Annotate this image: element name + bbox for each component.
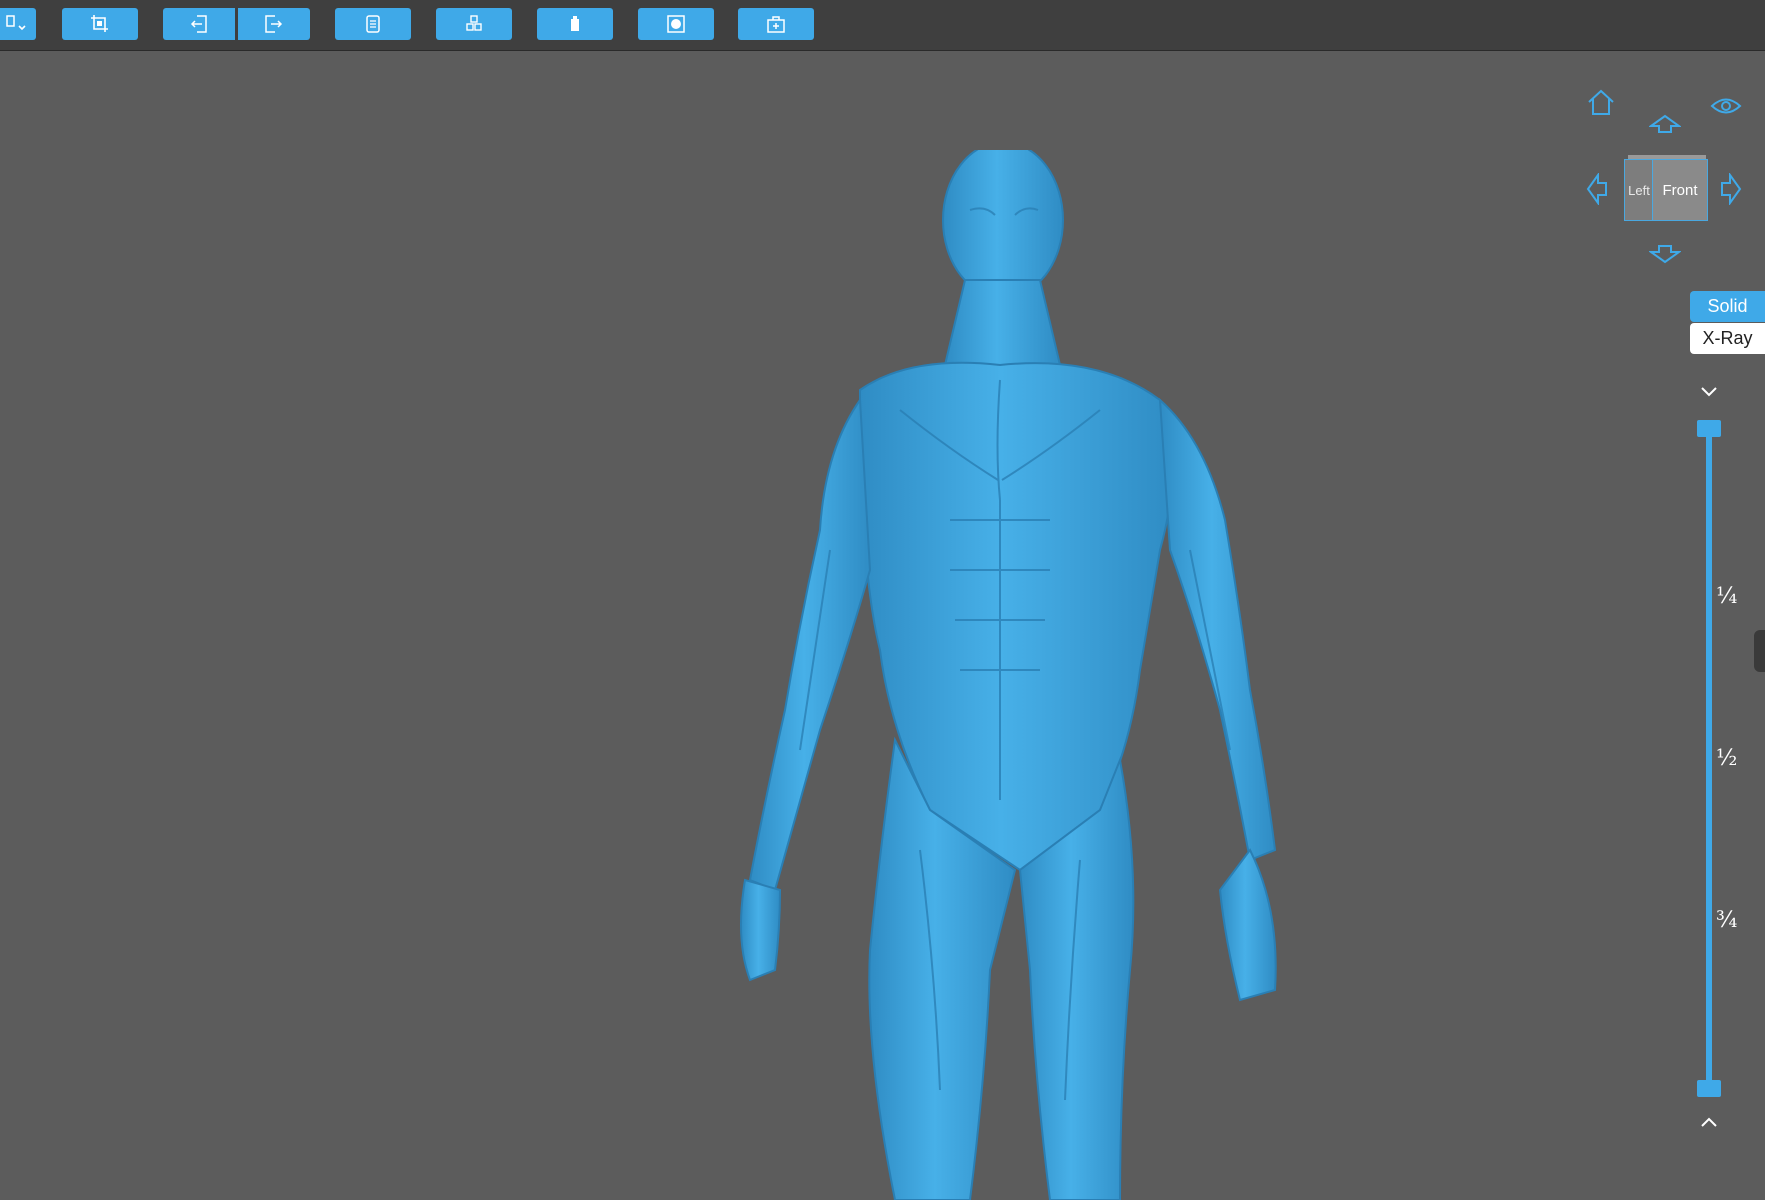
- eye-icon[interactable]: [1710, 95, 1742, 117]
- add-box-icon: [767, 16, 785, 33]
- import-icon: [190, 15, 207, 33]
- side-panel-tab[interactable]: [1754, 630, 1765, 672]
- document-button[interactable]: [335, 8, 411, 40]
- cube-front-face[interactable]: Front: [1652, 159, 1708, 221]
- rotate-down-arrow-icon[interactable]: [1649, 244, 1681, 264]
- document-icon: [366, 15, 380, 33]
- rotate-up-arrow-icon[interactable]: [1649, 114, 1681, 134]
- export-button[interactable]: [238, 8, 310, 40]
- top-toolbar: [0, 0, 1765, 51]
- export-icon: [265, 15, 283, 33]
- slider-label-quarter: ¼: [1716, 584, 1738, 609]
- rotate-right-arrow-icon[interactable]: [1720, 173, 1742, 205]
- file-icon: [6, 15, 26, 31]
- clipboard-icon: [571, 16, 579, 31]
- view-cube[interactable]: Left Front: [1624, 155, 1708, 223]
- clip-slider-top-handle[interactable]: [1697, 420, 1721, 437]
- import-button[interactable]: [163, 8, 235, 40]
- muscle-model[interactable]: [720, 150, 1320, 1200]
- home-icon[interactable]: [1586, 88, 1616, 116]
- file-dropdown-button[interactable]: [0, 8, 36, 40]
- chevron-down-icon[interactable]: [1699, 385, 1719, 399]
- slider-label-three-quarter: ¾: [1716, 908, 1738, 933]
- cubes-button[interactable]: [436, 8, 512, 40]
- crop-icon: [91, 15, 108, 32]
- rotate-left-arrow-icon[interactable]: [1586, 173, 1608, 205]
- record-button[interactable]: [638, 8, 714, 40]
- crop-button[interactable]: [62, 8, 138, 40]
- record-icon: [667, 15, 685, 33]
- chevron-up-icon[interactable]: [1699, 1115, 1719, 1129]
- clip-slider-bottom-handle[interactable]: [1697, 1080, 1721, 1097]
- add-box-button[interactable]: [738, 8, 814, 40]
- slider-label-half: ½: [1716, 746, 1738, 771]
- clip-slider-track[interactable]: [1706, 428, 1712, 1088]
- cube-left-face[interactable]: Left: [1624, 159, 1654, 221]
- clipboard-button[interactable]: [537, 8, 613, 40]
- solid-mode-button[interactable]: Solid: [1690, 291, 1765, 322]
- cubes-icon: [466, 15, 482, 31]
- xray-mode-button[interactable]: X-Ray: [1690, 323, 1765, 354]
